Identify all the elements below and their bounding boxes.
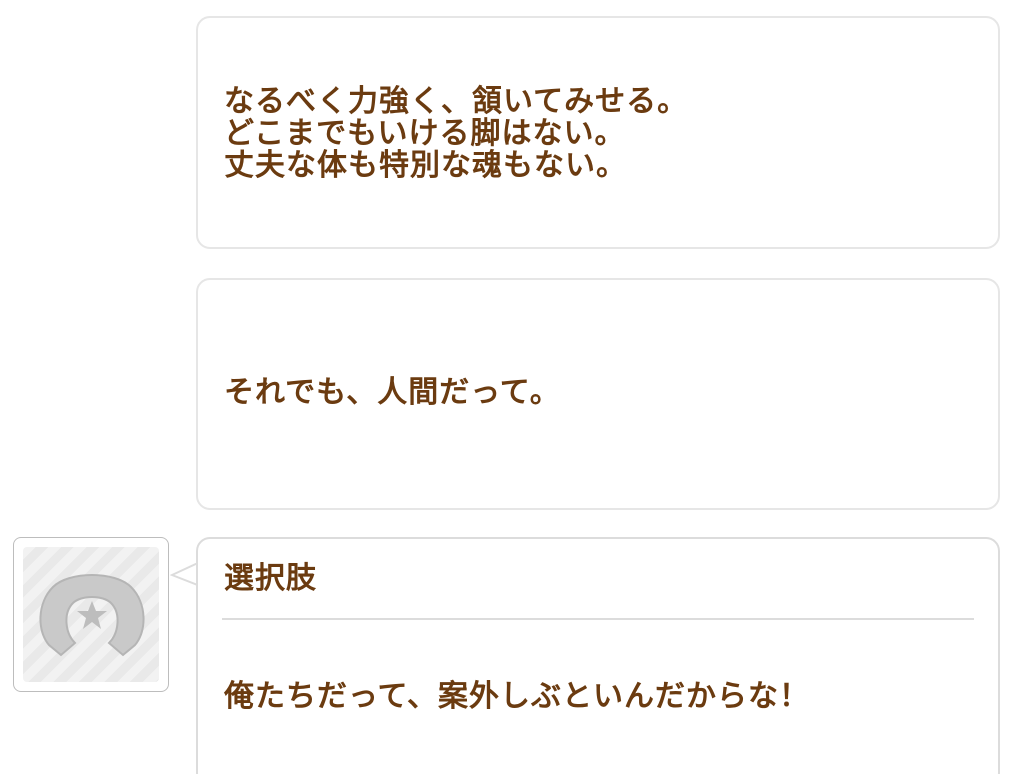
choice-option[interactable]: 俺たちだって、案外しぶといんだからな！ [224, 679, 810, 715]
dialogue-line: なるべく力強く、頷いてみせる。 [224, 84, 689, 119]
dialogue-text-1: なるべく力強く、頷いてみせる。 どこまでもいける脚はない。 丈夫な体も特別な魂も… [224, 86, 688, 182]
choice-header: 選択肢 [224, 561, 317, 596]
avatar-background [23, 547, 159, 682]
choice-divider [222, 618, 974, 620]
dialogue-text-2: それでも、人間だって。 [224, 375, 561, 410]
trainer-avatar [13, 537, 169, 692]
dialogue-line: どこまでもいける脚はない。 [224, 116, 626, 151]
choice-panel: 選択肢 俺たちだって、案外しぶといんだからな！ [196, 537, 1000, 774]
dialogue-bubble-2: それでも、人間だって。 [196, 278, 1000, 510]
dialogue-bubble-1: なるべく力強く、頷いてみせる。 どこまでもいける脚はない。 丈夫な体も特別な魂も… [196, 16, 1000, 249]
horseshoe-star-icon [39, 574, 145, 657]
dialogue-line: 丈夫な体も特別な魂もない。 [224, 148, 627, 183]
